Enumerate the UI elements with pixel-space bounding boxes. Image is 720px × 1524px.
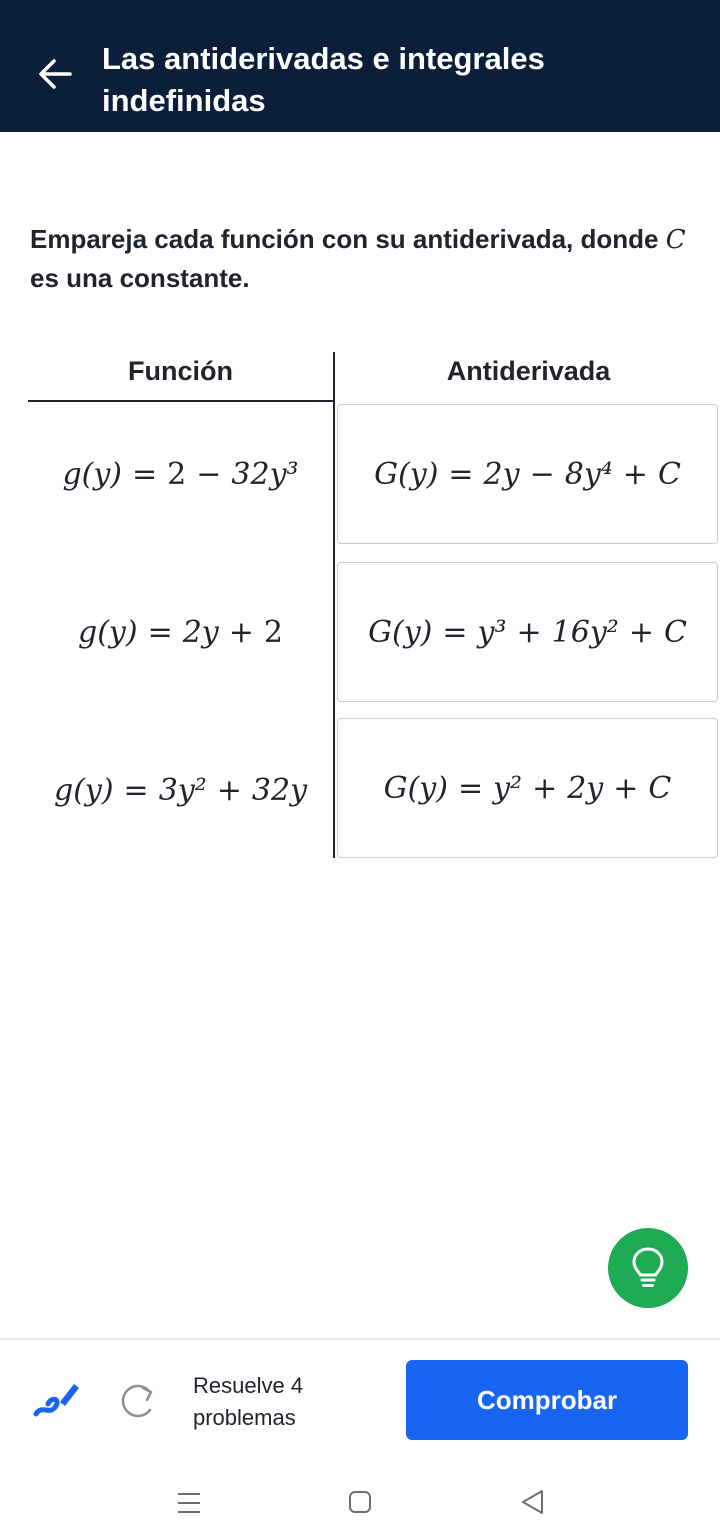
pencil-icon[interactable] (30, 1374, 82, 1426)
antiderivative-card-3[interactable]: G(y) = y² +2y + C (337, 718, 718, 858)
app-header: Las antiderivadas e integrales indefinid… (0, 0, 720, 132)
check-button[interactable]: Comprobar (406, 1360, 688, 1440)
prompt-text-before: Empareja cada función con su antiderivad… (30, 224, 666, 254)
lightbulb-icon (632, 1247, 664, 1287)
menu-icon[interactable] (176, 1490, 202, 1516)
antiderivative-card-2[interactable]: G(y) = y³ +16y² + C (337, 562, 718, 702)
arrow-left-icon[interactable] (34, 52, 78, 96)
function-column-header: Función (128, 356, 233, 386)
function-row-1: g(y) = 2−32y³ (62, 456, 299, 492)
prompt-variable: C (665, 225, 686, 255)
progress-text: Resuelve 4 problemas (193, 1373, 304, 1430)
page-title: Las antiderivadas e integrales indefinid… (102, 41, 545, 118)
antiderivative-card-1[interactable]: G(y) = 2y −8y⁴ + C (337, 404, 718, 544)
function-row-3: g(y) = 3y² +32y (53, 772, 308, 808)
function-row-2: g(y) = 2y +2 (78, 614, 283, 650)
header-underline (28, 400, 333, 402)
footer-divider (0, 1338, 720, 1340)
column-divider (333, 352, 335, 858)
hint-button[interactable] (608, 1228, 688, 1308)
exercise-prompt: Empareja cada función con su antiderivad… (30, 220, 690, 297)
redo-icon[interactable] (116, 1378, 160, 1422)
prompt-text-after: es una constante. (30, 263, 250, 293)
back-triangle-icon[interactable] (518, 1488, 546, 1516)
antiderivative-column-header: Antiderivada (446, 356, 611, 386)
home-icon[interactable] (348, 1490, 372, 1514)
